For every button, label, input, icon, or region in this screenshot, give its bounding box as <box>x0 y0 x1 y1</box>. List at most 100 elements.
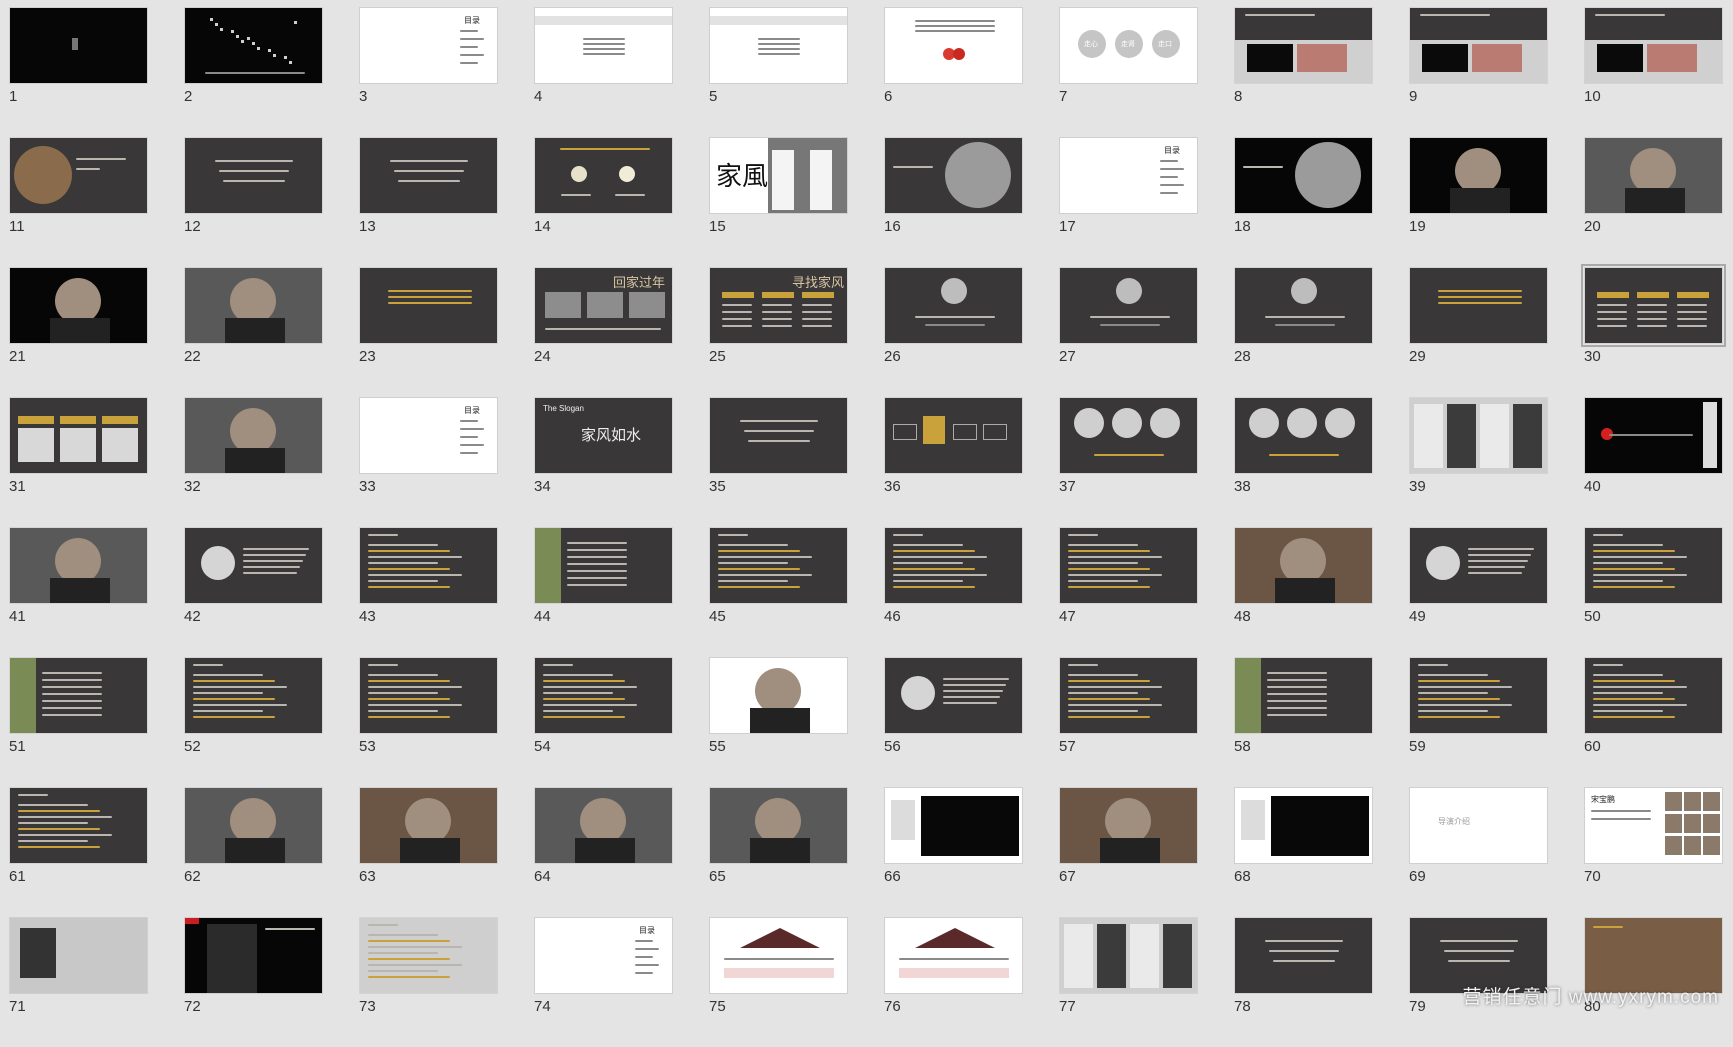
slide-thumbnail[interactable]: 51 <box>9 657 148 787</box>
slide-thumbnail[interactable]: 22 <box>184 267 323 397</box>
slide-thumbnail[interactable]: 目录 74 <box>534 917 673 1047</box>
slide-thumbnail[interactable]: 37 <box>1059 397 1198 527</box>
slide-thumbnail[interactable]: 10 <box>1584 7 1723 137</box>
slide-thumbnail[interactable]: 28 <box>1234 267 1373 397</box>
slide-thumbnail[interactable]: 目录 33 <box>359 397 498 527</box>
slide-thumbnail[interactable]: 62 <box>184 787 323 917</box>
slide-thumbnail[interactable]: 54 <box>534 657 673 787</box>
slide-thumbnail[interactable]: 目录 17 <box>1059 137 1198 267</box>
slide-preview[interactable]: 寻找家风 <box>709 267 848 344</box>
slide-thumbnail[interactable]: 目录 3 <box>359 7 498 137</box>
slide-preview[interactable] <box>884 397 1023 474</box>
slide-preview[interactable]: 家風 <box>709 137 848 214</box>
slide-thumbnail[interactable]: 23 <box>359 267 498 397</box>
slide-preview[interactable]: 目录 <box>1059 137 1198 214</box>
slide-thumbnail[interactable]: 14 <box>534 137 673 267</box>
slide-preview[interactable] <box>1584 397 1723 474</box>
slide-preview[interactable] <box>1409 267 1548 344</box>
slide-thumbnail[interactable]: 53 <box>359 657 498 787</box>
slide-preview[interactable] <box>359 787 498 864</box>
slide-preview[interactable] <box>359 137 498 214</box>
slide-thumbnail[interactable]: 76 <box>884 917 1023 1047</box>
slide-preview[interactable] <box>884 917 1023 994</box>
slide-thumbnail[interactable]: 寻找家风 25 <box>709 267 848 397</box>
slide-preview[interactable] <box>1584 7 1723 84</box>
slide-preview[interactable] <box>9 7 148 84</box>
slide-preview[interactable] <box>1581 264 1726 347</box>
slide-thumbnail[interactable]: 18 <box>1234 137 1373 267</box>
slide-preview[interactable] <box>1409 527 1548 604</box>
slide-thumbnail[interactable]: 宋宝鹏 70 <box>1584 787 1723 917</box>
slide-thumbnail[interactable]: 5 <box>709 7 848 137</box>
slide-preview[interactable] <box>1234 397 1373 474</box>
slide-preview[interactable] <box>1059 397 1198 474</box>
slide-preview[interactable] <box>1409 7 1548 84</box>
slide-thumbnail[interactable]: 64 <box>534 787 673 917</box>
slide-thumbnail[interactable]: 26 <box>884 267 1023 397</box>
slide-thumbnail[interactable]: 家風 15 <box>709 137 848 267</box>
slide-preview[interactable]: 回家过年 <box>534 267 673 344</box>
slide-thumbnail[interactable]: 35 <box>709 397 848 527</box>
slide-thumbnail[interactable]: 58 <box>1234 657 1373 787</box>
slide-preview[interactable]: 走心 走肾 走口 <box>1059 7 1198 84</box>
slide-preview[interactable] <box>184 267 323 344</box>
slide-thumbnail[interactable]: 16 <box>884 137 1023 267</box>
slide-preview[interactable] <box>1234 137 1373 214</box>
slide-thumbnail[interactable]: 60 <box>1584 657 1723 787</box>
slide-preview[interactable] <box>1234 527 1373 604</box>
slide-thumbnail[interactable]: 30 <box>1581 264 1726 397</box>
slide-preview[interactable] <box>1234 657 1373 734</box>
slide-preview[interactable] <box>184 657 323 734</box>
slide-preview[interactable] <box>1234 917 1373 994</box>
slide-thumbnail[interactable]: 29 <box>1409 267 1548 397</box>
slide-preview[interactable] <box>359 657 498 734</box>
slide-preview[interactable] <box>9 917 148 994</box>
slide-thumbnail[interactable]: 57 <box>1059 657 1198 787</box>
slide-thumbnail[interactable]: 1 <box>9 7 148 137</box>
slide-thumbnail[interactable]: 49 <box>1409 527 1548 657</box>
slide-thumbnail[interactable]: 21 <box>9 267 148 397</box>
slide-thumbnail[interactable]: 48 <box>1234 527 1373 657</box>
slide-preview[interactable] <box>884 7 1023 84</box>
slide-preview[interactable] <box>9 527 148 604</box>
slide-thumbnail[interactable]: 67 <box>1059 787 1198 917</box>
slide-preview[interactable] <box>1059 527 1198 604</box>
slide-thumbnail[interactable]: 12 <box>184 137 323 267</box>
slide-preview[interactable] <box>534 787 673 864</box>
slide-preview[interactable] <box>359 267 498 344</box>
slide-preview[interactable] <box>1409 657 1548 734</box>
slide-preview[interactable]: 目录 <box>359 7 498 84</box>
slide-thumbnail[interactable]: 71 <box>9 917 148 1047</box>
slide-thumbnail[interactable]: 43 <box>359 527 498 657</box>
slide-preview[interactable] <box>709 7 848 84</box>
slide-thumbnail[interactable]: 78 <box>1234 917 1373 1047</box>
slide-preview[interactable] <box>534 137 673 214</box>
slide-thumbnail[interactable]: 77 <box>1059 917 1198 1047</box>
slide-thumbnail[interactable]: 13 <box>359 137 498 267</box>
slide-preview[interactable] <box>884 657 1023 734</box>
slide-preview[interactable] <box>1059 657 1198 734</box>
slide-thumbnail[interactable]: 32 <box>184 397 323 527</box>
slide-preview[interactable] <box>884 267 1023 344</box>
slide-thumbnail[interactable]: 66 <box>884 787 1023 917</box>
slide-preview[interactable] <box>709 657 848 734</box>
slide-thumbnail[interactable]: 75 <box>709 917 848 1047</box>
slide-preview[interactable] <box>884 787 1023 864</box>
slide-preview[interactable]: 目录 <box>534 917 673 994</box>
slide-preview[interactable] <box>709 527 848 604</box>
slide-preview[interactable] <box>1234 7 1373 84</box>
slide-preview[interactable] <box>534 527 673 604</box>
slide-thumbnail[interactable]: 导演介绍 69 <box>1409 787 1548 917</box>
slide-thumbnail[interactable]: 4 <box>534 7 673 137</box>
slide-thumbnail[interactable]: 39 <box>1409 397 1548 527</box>
slide-preview[interactable] <box>9 267 148 344</box>
slide-preview[interactable] <box>359 917 498 994</box>
slide-preview[interactable] <box>1584 657 1723 734</box>
slide-preview[interactable] <box>1409 137 1548 214</box>
slide-preview[interactable] <box>1234 267 1373 344</box>
slide-preview[interactable] <box>184 7 323 84</box>
slide-thumbnail[interactable]: 44 <box>534 527 673 657</box>
slide-preview[interactable] <box>1234 787 1373 864</box>
slide-thumbnail[interactable]: 38 <box>1234 397 1373 527</box>
slide-thumbnail[interactable]: 61 <box>9 787 148 917</box>
